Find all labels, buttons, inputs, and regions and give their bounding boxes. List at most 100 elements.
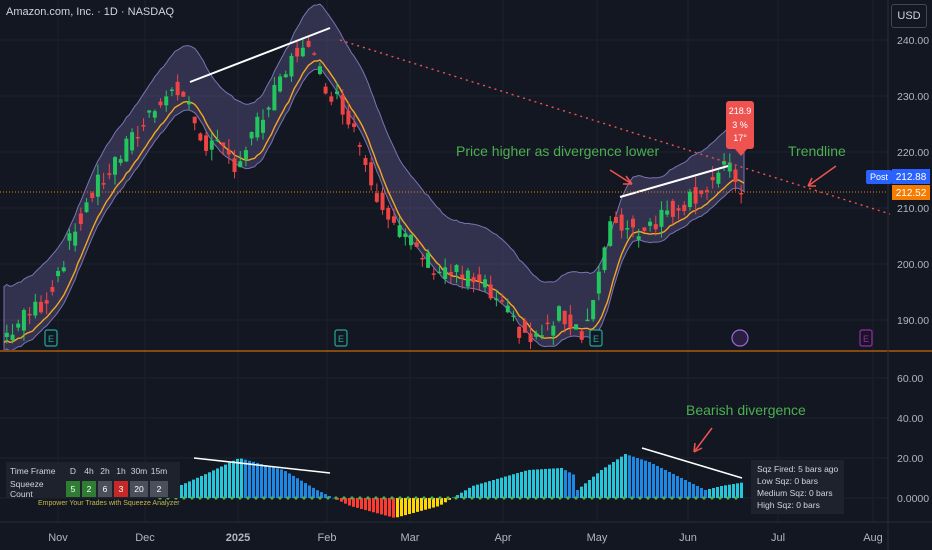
candle-body xyxy=(568,314,573,329)
tf-cell: 4h xyxy=(84,466,94,476)
squeeze-dot xyxy=(654,496,658,500)
hist-bar xyxy=(468,487,471,498)
hist-bar xyxy=(348,498,351,506)
squeeze-dot xyxy=(454,496,458,500)
hist-bar xyxy=(608,464,611,498)
hist-bar xyxy=(644,460,647,498)
hist-bar xyxy=(368,498,371,512)
squeeze-table: Time Frame D 4h 2h 1h 30m 15m Squeeze Co… xyxy=(6,462,180,510)
hist-bar xyxy=(484,482,487,498)
candle-body xyxy=(505,305,510,313)
hist-bar xyxy=(668,472,671,498)
hist-bar xyxy=(692,484,695,498)
candle-body xyxy=(352,123,357,128)
candle-body xyxy=(130,132,135,151)
divergence-annotation: Price higher as divergence lower xyxy=(456,143,659,159)
currency-button[interactable]: USD xyxy=(891,4,927,28)
hist-bar xyxy=(628,455,631,498)
candle-body xyxy=(380,192,385,210)
candle-body xyxy=(232,158,237,172)
hist-bar xyxy=(528,469,531,498)
hist-bar xyxy=(572,474,575,498)
price-tick: 200.00 xyxy=(897,259,929,271)
tf-cell: D xyxy=(69,466,77,476)
squeeze-dot xyxy=(422,496,426,500)
tf-cell: 2h xyxy=(100,466,110,476)
candle-body xyxy=(369,162,374,186)
candle-body xyxy=(56,271,61,277)
hist-bar xyxy=(180,485,183,498)
squeeze-dot xyxy=(294,496,298,500)
hist-bar xyxy=(720,486,723,498)
candle-body xyxy=(437,271,442,274)
squeeze-dot xyxy=(398,496,402,500)
hist-bar xyxy=(584,483,587,498)
trendline-annotation: Trendline xyxy=(788,143,846,159)
hist-bar xyxy=(392,498,395,518)
hist-bar xyxy=(500,477,503,498)
hist-bar xyxy=(564,470,567,498)
hist-bar xyxy=(680,478,683,498)
candle-body xyxy=(27,313,32,316)
candle-body xyxy=(682,204,687,212)
tf-cell: 1h xyxy=(116,466,126,476)
hist-bar xyxy=(732,484,735,498)
hist-bar xyxy=(676,476,679,498)
candle-body xyxy=(300,47,305,57)
candle-body xyxy=(33,301,38,316)
hist-bar xyxy=(632,456,635,498)
hist-bar xyxy=(472,485,475,498)
hist-bar xyxy=(620,456,623,498)
candle-body xyxy=(175,81,180,96)
hist-bar xyxy=(504,476,507,498)
indicator-tick: 60.00 xyxy=(897,373,923,385)
candle-body xyxy=(209,140,214,150)
squeeze-dot xyxy=(614,496,618,500)
candle-body xyxy=(198,133,203,141)
candle-body xyxy=(261,119,265,133)
candle-body xyxy=(169,89,174,92)
squeeze-dot xyxy=(214,496,218,500)
squeeze-dot xyxy=(486,496,490,500)
candle-body xyxy=(346,110,351,125)
earnings-marker-label: E xyxy=(593,334,599,344)
candle-body xyxy=(118,159,123,163)
squeeze-dot xyxy=(558,496,562,500)
squeeze-dot xyxy=(310,496,314,500)
candle-body xyxy=(238,161,243,168)
candle-body xyxy=(676,208,681,211)
candle-body xyxy=(357,144,362,147)
callout-text: 17° xyxy=(733,133,747,143)
squeeze-dot xyxy=(382,496,386,500)
candle-body xyxy=(602,247,607,270)
candle-body xyxy=(443,267,448,280)
hist-bar xyxy=(580,486,583,498)
candle-body xyxy=(539,335,544,337)
candle-body xyxy=(517,326,522,338)
hist-bar xyxy=(256,462,259,498)
hist-bar xyxy=(512,474,515,498)
candle-body xyxy=(733,169,738,182)
squeeze-dot xyxy=(662,496,666,500)
hist-bar xyxy=(524,470,527,498)
candle-body xyxy=(317,66,322,75)
hist-bar xyxy=(188,481,191,498)
candle-body xyxy=(90,192,95,198)
hist-bar xyxy=(388,498,391,517)
squeeze-dot xyxy=(182,496,186,500)
hist-bar xyxy=(216,468,219,498)
squeeze-dot xyxy=(534,496,538,500)
squeeze-dot xyxy=(238,496,242,500)
count-cell: 20 xyxy=(130,481,148,497)
candle-body xyxy=(289,55,294,77)
squeeze-dot xyxy=(718,496,722,500)
hist-bar xyxy=(492,479,495,498)
hist-bar xyxy=(636,458,639,498)
hist-bar xyxy=(700,488,703,498)
candle-body xyxy=(613,216,618,223)
price-tick: 220.00 xyxy=(897,147,929,159)
candle-body xyxy=(409,234,413,246)
hist-bar xyxy=(656,466,659,498)
candle-body xyxy=(283,74,288,78)
hist-bar xyxy=(664,470,667,498)
